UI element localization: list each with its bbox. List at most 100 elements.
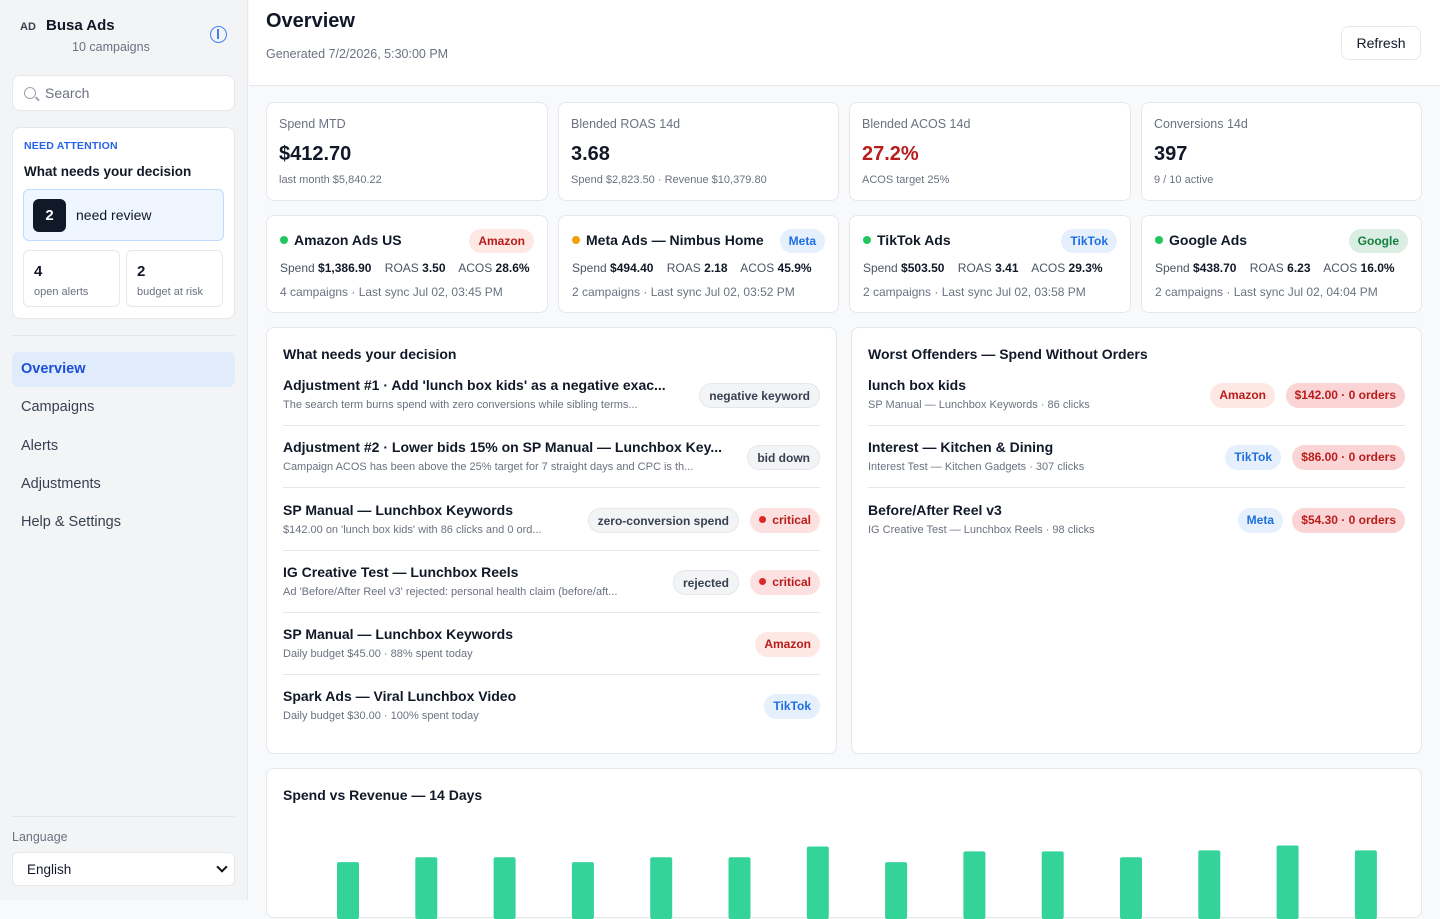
kpi-label: Blended ROAS 14d [571,117,680,131]
divider [868,487,1405,488]
nav-help-settings[interactable]: Help & Settings [12,505,235,540]
divider [12,816,235,817]
kpi-value: 3.68 [571,143,610,166]
kpi-value: 27.2% [862,143,919,166]
offender-row[interactable]: Interest — Kitchen & Dining Interest Tes… [868,439,1405,501]
kpi-sub: last month $5,840.22 [279,174,382,186]
brand-name: Busa Ads [46,17,115,34]
section-title: Worst Offenders — Spend Without Orders [868,346,1148,362]
bar-chart [267,769,1423,919]
tag-badge: bid down [747,445,820,470]
divider [283,487,820,488]
chart-bar [494,857,516,919]
need-review-count: 2 [33,199,66,232]
kpi-label: Spend MTD [279,117,346,131]
platform-card-amazon[interactable]: Amazon Ads US Amazon Spend $1,386.90 ROA… [266,215,548,313]
platform-name-text: TikTok Ads [877,232,951,248]
kpi-sub: ACOS target 25% [862,174,949,186]
nav-adjustments[interactable]: Adjustments [12,467,235,502]
row-title: Spark Ads — Viral Lunchbox Video [283,688,740,704]
platform-stats: Spend $494.40 ROAS 2.18 ACOS 45.9% [572,261,812,275]
row-title: lunch box kids [868,377,966,393]
platform-stats: Spend $1,386.90 ROAS 3.50 ACOS 28.6% [280,261,530,275]
row-title: SP Manual — Lunchbox Keywords [283,626,740,642]
platform-card-google[interactable]: Google Ads Google Spend $438.70 ROAS 6.2… [1141,215,1422,313]
platform-badge: TikTok [764,694,820,719]
platform-badge: Amazon [469,229,534,253]
attention-title: What needs your decision [24,164,191,179]
chart-bar [1355,850,1377,919]
generated-timestamp: Generated 7/2/2026, 5:30:00 PM [266,47,448,61]
row-title: Adjustment #1 · Add 'lunch box kids' as … [283,377,680,393]
platform-badge: Meta [1238,508,1283,533]
chart-bar [1277,846,1299,919]
platform-name: Google Ads [1155,232,1247,248]
platform-card-meta[interactable]: Meta Ads — Nimbus Home Meta Spend $494.4… [558,215,839,313]
kpi-card-conversions: Conversions 14d 397 9 / 10 active [1141,102,1422,201]
refresh-button[interactable]: Refresh [1341,26,1421,60]
search-icon [24,87,36,99]
search-input[interactable]: Search [12,75,235,111]
need-review-card[interactable]: 2 need review [23,189,224,241]
chart-bar [963,851,985,919]
decision-row[interactable]: SP Manual — Lunchbox Keywords Daily budg… [283,626,820,688]
brand: AD Busa Ads 10 campaigns [20,16,227,60]
offenders-panel: Worst Offenders — Spend Without Orders l… [851,327,1422,754]
row-title: Before/After Reel v3 [868,502,1002,518]
spend-badge: $142.00 · 0 orders [1286,383,1405,408]
decision-row[interactable]: Adjustment #1 · Add 'lunch box kids' as … [283,377,820,439]
sidebar: AD Busa Ads 10 campaigns Search NEED ATT… [0,0,248,900]
platform-badge: Google [1349,229,1408,253]
tag-badge: zero-conversion spend [588,508,739,533]
decision-row[interactable]: SP Manual — Lunchbox Keywords $142.00 on… [283,502,820,564]
chart-bar [1120,857,1142,919]
attention-tag: NEED ATTENTION [24,140,118,152]
kpi-card-spend: Spend MTD $412.70 last month $5,840.22 [266,102,548,201]
nav-campaigns[interactable]: Campaigns [12,390,235,425]
platform-name-text: Google Ads [1169,232,1247,248]
language-value: English [27,862,71,877]
platform-name: Amazon Ads US [280,232,402,248]
kpi-sub: Spend $2,823.50 · Revenue $10,379.80 [571,174,767,186]
offender-row[interactable]: lunch box kids SP Manual — Lunchbox Keyw… [868,377,1405,439]
budget-risk-label: budget at risk [137,286,203,298]
platform-meta: 2 campaigns · Last sync Jul 02, 03:52 PM [572,285,795,299]
platform-name: TikTok Ads [863,232,951,248]
platform-stats: Spend $503.50 ROAS 3.41 ACOS 29.3% [863,261,1103,275]
offender-row[interactable]: Before/After Reel v3 IG Creative Test — … [868,502,1405,564]
language-label: Language [12,830,68,844]
divider [283,425,820,426]
chart-bar [807,846,829,919]
chart-bar [1198,850,1220,919]
platform-name-text: Meta Ads — Nimbus Home [586,232,764,248]
divider [868,425,1405,426]
platform-meta: 4 campaigns · Last sync Jul 02, 03:45 PM [280,285,503,299]
chart-bar [885,862,907,919]
platform-meta: 2 campaigns · Last sync Jul 02, 04:04 PM [1155,285,1378,299]
platform-name: Meta Ads — Nimbus Home [572,232,764,248]
kpi-value: $412.70 [279,143,351,166]
language-select[interactable]: English [12,852,235,886]
row-sub: Ad 'Before/After Reel v3' rejected: pers… [283,586,654,598]
row-sub: SP Manual — Lunchbox Keywords · 86 click… [868,399,1090,411]
decision-row[interactable]: IG Creative Test — Lunchbox Reels Ad 'Be… [283,564,820,626]
brand-campaign-count: 10 campaigns [72,40,150,54]
row-sub: Daily budget $30.00 · 100% spent today [283,710,740,722]
platform-card-tiktok[interactable]: TikTok Ads TikTok Spend $503.50 ROAS 3.4… [849,215,1131,313]
critical-dot [759,516,766,523]
brand-logo: AD [20,21,36,33]
spend-badge: $86.00 · 0 orders [1292,445,1405,470]
decision-row[interactable]: Adjustment #2 · Lower bids 15% on SP Man… [283,439,820,501]
platform-badge: Amazon [755,632,820,657]
chart-bar [1042,851,1064,919]
budget-risk-card[interactable]: 2 budget at risk [126,250,223,307]
nav-alerts[interactable]: Alerts [12,429,235,464]
decisions-panel: What needs your decision Adjustment #1 ·… [266,327,837,754]
kpi-label: Blended ACOS 14d [862,117,970,131]
open-alerts-card[interactable]: 4 open alerts [23,250,120,307]
divider [283,550,820,551]
section-title: What needs your decision [283,346,456,362]
sidebar-toggle-icon[interactable] [210,26,227,43]
decision-row[interactable]: Spark Ads — Viral Lunchbox Video Daily b… [283,688,820,750]
nav-overview[interactable]: Overview [12,352,235,387]
